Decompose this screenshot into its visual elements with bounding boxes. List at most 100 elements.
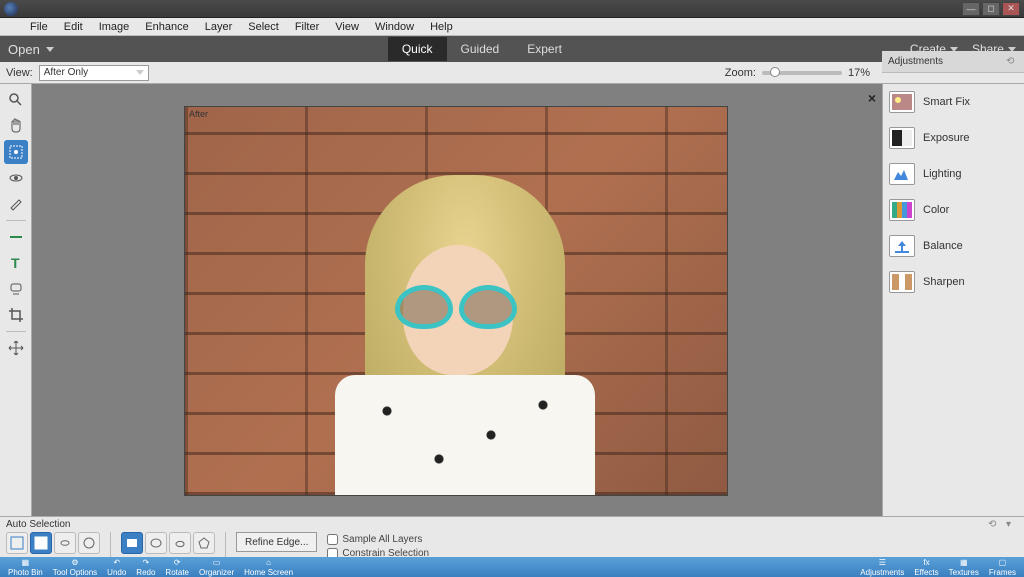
shape-ellipse-tool[interactable] — [145, 532, 167, 554]
quick-selection-tool[interactable] — [4, 140, 28, 164]
close-window-button[interactable]: ✕ — [1002, 2, 1020, 16]
tb-label: Home Screen — [244, 568, 293, 577]
taskbar-rotate[interactable]: ⟳Rotate — [161, 557, 193, 577]
selection-brush-tool[interactable] — [78, 532, 100, 554]
adj-label: Color — [923, 204, 949, 216]
canvas[interactable]: After — [184, 106, 728, 496]
adjustments-title: Adjustments — [888, 56, 943, 67]
adj-icon — [889, 127, 915, 149]
tb-icon: ▢ — [995, 558, 1009, 568]
view-value: After Only — [44, 67, 88, 78]
text-tool[interactable]: T — [4, 251, 28, 275]
view-select[interactable]: After Only — [39, 65, 149, 81]
menu-view[interactable]: View — [327, 18, 367, 35]
adjustment-lighting[interactable]: Lighting — [883, 156, 1024, 192]
taskbar-frames[interactable]: ▢Frames — [985, 558, 1020, 577]
toolbar: T — [0, 84, 32, 516]
taskbar-organizer[interactable]: ▭Organizer — [195, 557, 238, 577]
reset-icon[interactable]: ⟲ — [1006, 56, 1018, 66]
tb-icon: ↷ — [139, 557, 153, 567]
caret-down-icon — [136, 70, 144, 75]
menu-help[interactable]: Help — [422, 18, 461, 35]
menubar: FileEditImageEnhanceLayerSelectFilterVie… — [0, 18, 1024, 36]
reset-tool-icon[interactable]: ⟲ — [988, 519, 1000, 529]
eye-tool[interactable] — [4, 166, 28, 190]
selection-new-tool[interactable] — [6, 532, 28, 554]
menu-image[interactable]: Image — [91, 18, 138, 35]
mode-tab-guided[interactable]: Guided — [447, 37, 514, 61]
tool-options-title: Auto Selection — [6, 519, 71, 530]
taskbar-effects[interactable]: fxEffects — [910, 558, 942, 577]
panel-menu-icon[interactable]: ▾ — [1006, 519, 1018, 529]
adj-label: Smart Fix — [923, 96, 970, 108]
refine-edge-button[interactable]: Refine Edge... — [236, 532, 317, 552]
tb-label: Frames — [989, 568, 1016, 577]
tb-label: Effects — [914, 568, 938, 577]
tb-icon: ⚙ — [68, 557, 82, 567]
minimize-button[interactable]: — — [962, 2, 980, 16]
menu-enhance[interactable]: Enhance — [137, 18, 196, 35]
zoom-tool[interactable] — [4, 88, 28, 112]
canvas-area: × After — [32, 84, 882, 516]
adj-label: Lighting — [923, 168, 962, 180]
taskbar-adjustments[interactable]: ☰Adjustments — [856, 558, 908, 577]
tb-icon: ↶ — [110, 557, 124, 567]
adjustments-panel: Smart Fix Exposure Lighting Color BalanceSha… — [882, 84, 1024, 516]
caret-down-icon — [46, 47, 54, 52]
svg-text:T: T — [11, 255, 20, 271]
titlebar: — ◻ ✕ — [0, 0, 1024, 18]
menu-select[interactable]: Select — [240, 18, 287, 35]
whiten-tool[interactable] — [4, 192, 28, 216]
adj-icon — [889, 271, 915, 293]
adjustment-sharpen[interactable]: Sharpen — [883, 264, 1024, 300]
zoom-slider[interactable] — [762, 71, 842, 75]
tb-label: Redo — [136, 568, 155, 577]
menu-edit[interactable]: Edit — [56, 18, 91, 35]
adj-icon — [889, 199, 915, 221]
app-logo-icon — [4, 2, 18, 16]
taskbar-photo-bin[interactable]: ▦Photo Bin — [4, 557, 47, 577]
crop-tool[interactable] — [4, 303, 28, 327]
view-label: View: — [6, 67, 33, 79]
zoom-value: 17% — [848, 67, 870, 79]
tb-label: Organizer — [199, 568, 234, 577]
tb-icon: fx — [919, 558, 933, 568]
canvas-label: After — [189, 109, 208, 119]
tool-divider — [6, 220, 26, 221]
shape-poly-tool[interactable] — [193, 532, 215, 554]
adjustment-color[interactable]: Color — [883, 192, 1024, 228]
adjustment-smart-fix[interactable]: Smart Fix — [883, 84, 1024, 120]
shape-rect-tool[interactable] — [121, 532, 143, 554]
taskbar-home-screen[interactable]: ⌂Home Screen — [240, 557, 297, 577]
selection-active-tool[interactable] — [30, 532, 52, 554]
taskbar-redo[interactable]: ↷Redo — [132, 557, 159, 577]
zoom-label: Zoom: — [725, 67, 756, 79]
move-tool[interactable] — [4, 336, 28, 360]
tb-icon: ▭ — [210, 557, 224, 567]
mode-tab-expert[interactable]: Expert — [513, 37, 576, 61]
selection-lasso-tool[interactable] — [54, 532, 76, 554]
menu-file[interactable]: File — [22, 18, 56, 35]
hand-tool[interactable] — [4, 114, 28, 138]
mode-tab-quick[interactable]: Quick — [388, 37, 447, 61]
menu-window[interactable]: Window — [367, 18, 422, 35]
tb-icon: ⟳ — [170, 557, 184, 567]
close-panel-button[interactable]: × — [868, 90, 876, 106]
refine-label: Refine Edge... — [245, 537, 308, 548]
straighten-tool[interactable] — [4, 225, 28, 249]
sample-all-layers-checkbox[interactable]: Sample All Layers — [327, 534, 429, 545]
zoom-thumb[interactable] — [770, 67, 780, 77]
menu-filter[interactable]: Filter — [287, 18, 327, 35]
tb-label: Undo — [107, 568, 126, 577]
maximize-button[interactable]: ◻ — [982, 2, 1000, 16]
adjustment-exposure[interactable]: Exposure — [883, 120, 1024, 156]
taskbar-tool-options[interactable]: ⚙Tool Options — [49, 557, 101, 577]
open-label: Open — [8, 42, 40, 57]
taskbar-textures[interactable]: ▦Textures — [945, 558, 983, 577]
menu-layer[interactable]: Layer — [197, 18, 241, 35]
spot-heal-tool[interactable] — [4, 277, 28, 301]
open-button[interactable]: Open — [8, 42, 54, 57]
taskbar-undo[interactable]: ↶Undo — [103, 557, 130, 577]
shape-lasso-tool[interactable] — [169, 532, 191, 554]
adjustment-balance[interactable]: Balance — [883, 228, 1024, 264]
